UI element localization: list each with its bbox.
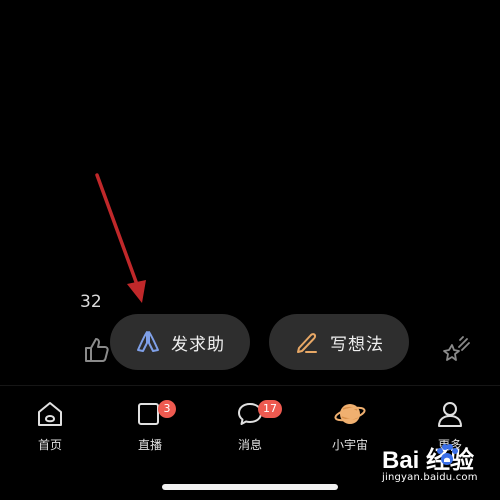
home-icon	[38, 402, 62, 426]
tab-live[interactable]: 3 直播	[110, 392, 190, 458]
tab-messages[interactable]: 17 消息	[210, 392, 290, 458]
watermark-domain: jingyan.baidu.com	[382, 472, 478, 483]
tab-home-label: 首页	[37, 438, 62, 452]
message-badge: 17	[258, 400, 282, 418]
tab-universe[interactable]: 小宇宙	[310, 392, 390, 458]
praying-hands-icon	[137, 331, 159, 352]
watermark-brand: Bai 经验	[382, 440, 474, 475]
pencil-icon	[297, 333, 317, 353]
write-thought-button[interactable]: 写想法	[269, 314, 409, 370]
like-button[interactable]	[82, 335, 112, 365]
watermark-brand-text: Bai 经验	[382, 447, 475, 474]
home-indicator[interactable]	[162, 484, 338, 490]
thumbs-up-icon	[85, 338, 109, 362]
write-thought-label: 写想法	[330, 334, 384, 355]
tab-live-label: 直播	[137, 438, 162, 452]
ask-for-help-label: 发求助	[171, 334, 225, 355]
live-badge: 3	[158, 400, 176, 418]
tabbar-divider	[0, 385, 500, 386]
star-wand-icon	[443, 336, 470, 361]
tab-messages-label: 消息	[237, 438, 262, 452]
tab-home[interactable]: 首页	[10, 392, 90, 458]
planet-icon	[334, 404, 366, 424]
ask-for-help-button[interactable]: 发求助	[110, 314, 250, 370]
paw-logo-icon	[437, 444, 458, 465]
like-count: 32	[80, 292, 102, 312]
magic-button[interactable]	[440, 333, 474, 367]
tab-universe-label: 小宇宙	[331, 438, 368, 452]
baidu-jingyan-watermark: Bai 经验 jingyan.baidu.com	[382, 440, 496, 492]
profile-icon	[438, 402, 462, 427]
